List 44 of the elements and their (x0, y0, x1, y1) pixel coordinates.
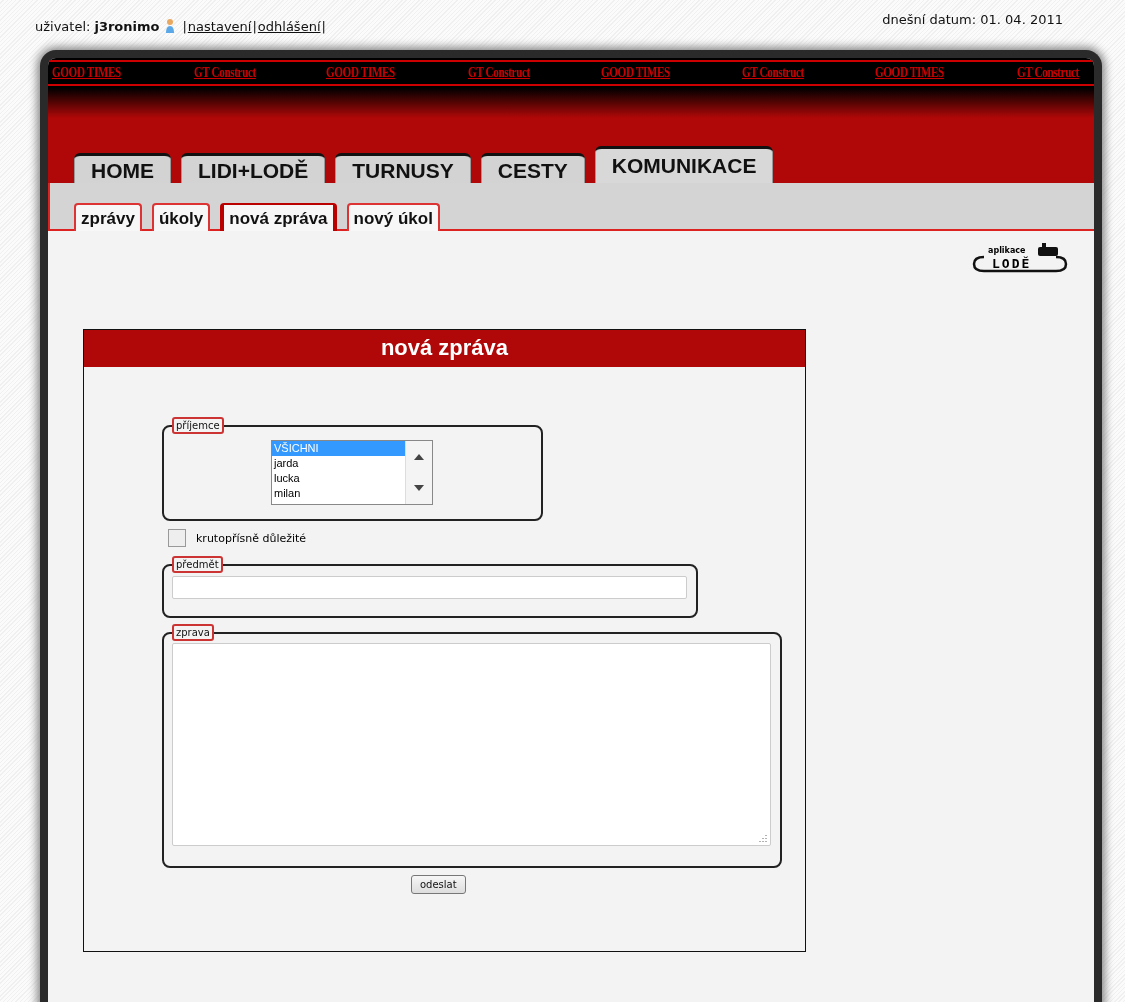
separator: | (252, 18, 257, 34)
panel-title: nová zpráva (84, 330, 805, 367)
user-name: j3ronimo (94, 18, 160, 34)
group-legend: zprava (172, 624, 214, 641)
separator: | (321, 18, 326, 34)
recipient-list[interactable]: VŠICHNI jarda lucka milan (271, 440, 433, 505)
resize-grip-icon[interactable] (758, 833, 767, 842)
current-date: dnešní datum: 01. 04. 2011 (882, 12, 1063, 29)
group-legend: předmět (172, 556, 223, 573)
sub-tab[interactable]: nový úkol (346, 203, 440, 231)
scroll-up-icon[interactable] (414, 453, 424, 460)
user-icon (165, 18, 176, 34)
nav-tab[interactable]: KOMUNIKACE (594, 146, 774, 183)
group-legend: příjemce (172, 417, 224, 434)
nav-tab[interactable]: CESTY (480, 153, 585, 183)
send-button[interactable]: odeslat (411, 875, 466, 894)
nav-tab[interactable]: LIDI+LODĚ (181, 153, 326, 183)
banner-text: GT Construct (742, 65, 805, 81)
nav-tab[interactable]: TURNUSY (335, 153, 471, 183)
nav-tab[interactable]: HOME (74, 153, 171, 183)
sub-tab[interactable]: nová zpráva (220, 203, 337, 231)
subject-field[interactable] (172, 576, 687, 599)
separator: | (182, 18, 187, 34)
checkbox-label: krutopřísně důležité (196, 531, 307, 545)
list-option[interactable]: jarda (272, 456, 405, 471)
logo-caption: aplikace (988, 246, 1026, 255)
list-option[interactable]: milan (272, 486, 405, 501)
banner-text: GT Construct (1016, 65, 1079, 81)
logo-text: LODĚ (992, 256, 1032, 271)
message-field[interactable] (172, 643, 771, 846)
checkbox[interactable] (168, 529, 186, 547)
list-option[interactable]: lucka (272, 471, 405, 486)
banner-text: GOOD TIMES (52, 65, 121, 81)
banner-text: GOOD TIMES (600, 65, 670, 81)
sub-tab[interactable]: úkoly (151, 203, 211, 231)
menu-link[interactable]: odhlášení (257, 18, 321, 34)
banner-text: GT Construct (467, 65, 530, 81)
banner-text: GOOD TIMES (875, 65, 944, 81)
menu-link[interactable]: nastavení (187, 18, 252, 34)
banner-text: GOOD TIMES (326, 65, 396, 81)
scroll-down-icon[interactable] (414, 485, 424, 492)
user-label: uživatel: (35, 18, 91, 34)
banner-text: GT Construct (193, 65, 256, 81)
sub-tab[interactable]: zprávy (74, 203, 142, 231)
